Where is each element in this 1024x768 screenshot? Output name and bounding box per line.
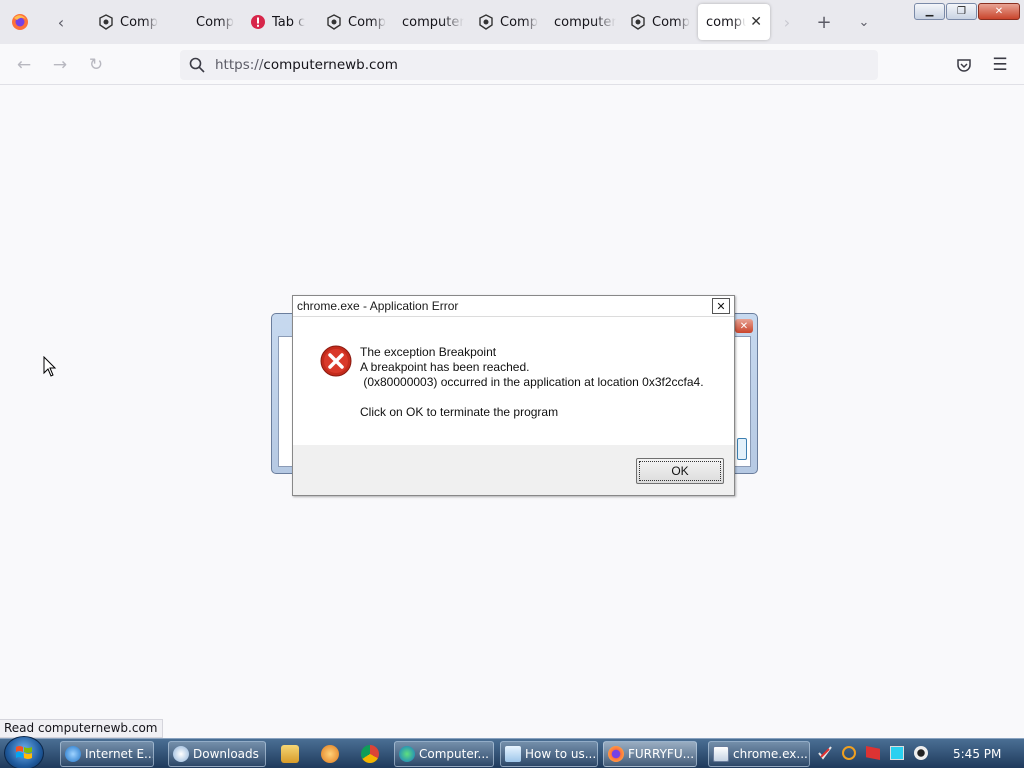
dialog-title: chrome.exe - Application Error — [297, 299, 459, 313]
background-dialog-button[interactable] — [737, 438, 747, 460]
volume-tray-icon[interactable] — [914, 746, 928, 760]
tab-label: compute — [706, 14, 746, 30]
flag-tray-icon[interactable] — [866, 746, 880, 760]
taskbar-button-label: chrome.ex... — [733, 747, 808, 761]
computernewb-icon — [99, 14, 113, 30]
error-dialog: chrome.exe - Application Error ✕ The exc… — [292, 295, 735, 496]
computernewb-icon — [631, 14, 645, 30]
tab-label: computer — [554, 14, 616, 30]
downloads-icon — [173, 746, 189, 762]
start-button[interactable] — [4, 736, 44, 768]
minimize-icon[interactable]: ▁ — [914, 3, 945, 20]
display-tray-icon[interactable] — [890, 746, 904, 760]
error-icon — [320, 345, 352, 377]
tab-strip: ‹ Comp Comp Tab c Comp computer Comp com… — [0, 0, 1024, 44]
computernewb-icon — [327, 14, 341, 30]
background-dialog-close-icon[interactable]: ✕ — [735, 319, 753, 333]
window-close-icon[interactable]: ✕ — [978, 3, 1020, 20]
search-icon — [189, 57, 205, 73]
tab-5[interactable]: computer — [394, 4, 464, 40]
back-icon[interactable]: ← — [10, 51, 38, 79]
search-tray-icon[interactable] — [842, 746, 856, 760]
edge-icon — [399, 746, 415, 762]
taskbar-button-label: How to us... — [525, 747, 597, 761]
new-tab-icon[interactable]: + — [810, 8, 838, 36]
tab-1[interactable]: Comp — [90, 4, 158, 40]
computernewb-icon — [479, 14, 493, 30]
tab-label: computer — [402, 14, 464, 30]
chrome-icon[interactable] — [361, 745, 379, 763]
tab-scroll-right-icon[interactable]: › — [774, 8, 800, 36]
taskbar-button-downloads[interactable]: Downloads — [168, 741, 266, 767]
checkmark-tray-icon[interactable] — [818, 746, 832, 760]
pocket-icon[interactable] — [950, 51, 978, 79]
windows-logo-icon — [16, 746, 32, 759]
window-icon — [713, 746, 729, 762]
taskbar-button-label: Downloads — [193, 747, 259, 761]
list-all-tabs-icon[interactable]: ⌄ — [850, 8, 878, 36]
tab-2[interactable]: Comp — [188, 4, 238, 40]
taskbar-button-notepad[interactable]: How to us... — [500, 741, 598, 767]
firefox-view-icon[interactable] — [0, 0, 40, 44]
taskbar-button-label: Internet E... — [85, 747, 154, 761]
window-controls: ▁ ❐ ✕ — [914, 3, 1020, 20]
url-host: computernewb.com — [263, 57, 398, 73]
taskbar-button-chrome-error[interactable]: chrome.ex... — [708, 741, 810, 767]
tab-9-active[interactable]: compute ✕ — [698, 4, 770, 40]
dialog-titlebar: chrome.exe - Application Error ✕ — [293, 296, 734, 317]
dialog-message-line: (0x80000003) occurred in the application… — [360, 375, 704, 389]
media-player-icon[interactable] — [281, 745, 299, 763]
internet-explorer-icon — [65, 746, 81, 762]
tab-label: Comp — [500, 14, 538, 30]
notepad-icon — [505, 746, 521, 762]
taskbar-button-label: Computer... — [419, 747, 489, 761]
dialog-message-line: Click on OK to terminate the program — [360, 405, 559, 419]
dialog-message-line: A breakpoint has been reached. — [360, 360, 530, 374]
url-text: https://computernewb.com — [215, 57, 398, 73]
dialog-message: The exception Breakpoint A breakpoint ha… — [360, 345, 704, 420]
warning-icon — [251, 15, 265, 29]
tab-8[interactable]: Comp — [622, 4, 692, 40]
tab-3[interactable]: Tab c — [242, 4, 310, 40]
taskbar: Internet E... Downloads Computer... How … — [0, 736, 1024, 768]
menu-icon[interactable]: ☰ — [986, 51, 1014, 79]
dialog-message-line: The exception Breakpoint — [360, 345, 497, 359]
navigation-toolbar: ← → ↻ https://computernewb.com ☰ — [0, 44, 1024, 85]
tab-7[interactable]: computer — [546, 4, 616, 40]
taskbar-button-computernewb[interactable]: Computer... — [394, 741, 494, 767]
tab-4[interactable]: Comp — [318, 4, 388, 40]
mouse-cursor-icon — [43, 356, 57, 377]
forward-icon[interactable]: → — [46, 51, 74, 79]
tab-6[interactable]: Comp — [470, 4, 540, 40]
tab-scroll-left-icon[interactable]: ‹ — [48, 8, 74, 36]
taskbar-button-internet-explorer[interactable]: Internet E... — [60, 741, 154, 767]
taskbar-button-label: FURRYFU... — [628, 747, 695, 761]
tab-label: Comp — [652, 14, 690, 30]
address-bar[interactable]: https://computernewb.com — [180, 50, 878, 80]
taskbar-clock[interactable]: 5:45 PM — [953, 747, 1001, 761]
app-quick-launch-icon[interactable] — [321, 745, 339, 763]
firefox-icon — [608, 746, 624, 762]
tab-label: Comp — [348, 14, 386, 30]
dialog-message-line — [360, 390, 704, 405]
tab-label: Comp — [196, 14, 234, 30]
dialog-close-icon[interactable]: ✕ — [712, 298, 730, 314]
url-scheme: https:// — [215, 57, 264, 73]
reload-icon[interactable]: ↻ — [82, 51, 110, 79]
restore-icon[interactable]: ❐ — [946, 3, 977, 20]
tab-close-icon[interactable]: ✕ — [750, 14, 762, 30]
ok-button[interactable]: OK — [636, 458, 724, 484]
taskbar-button-firefox[interactable]: FURRYFU... — [603, 741, 697, 767]
dialog-body: The exception Breakpoint A breakpoint ha… — [293, 317, 734, 445]
tab-label: Tab c — [272, 14, 306, 30]
tab-label: Comp — [120, 14, 158, 30]
